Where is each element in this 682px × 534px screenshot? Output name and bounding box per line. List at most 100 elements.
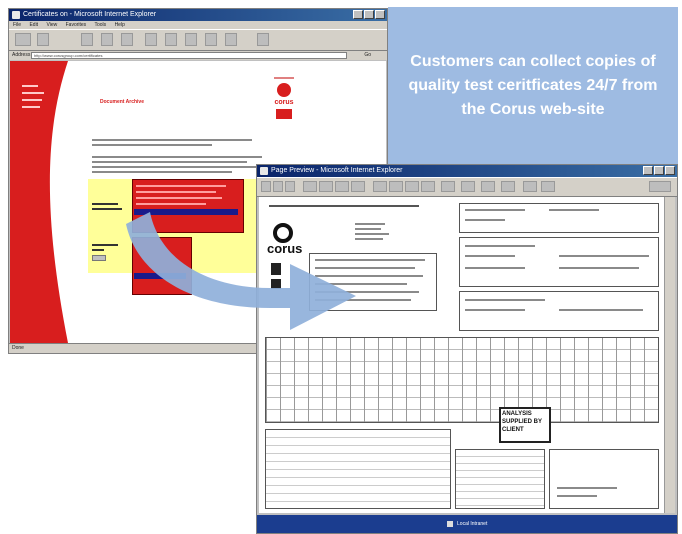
customer-detail-line <box>315 291 419 293</box>
refresh-button[interactable] <box>101 33 113 46</box>
field-text <box>465 309 525 311</box>
nav-link-contact[interactable] <box>22 106 40 108</box>
intro-text-line <box>92 139 252 141</box>
order-selected-row[interactable] <box>134 273 186 279</box>
crest-icon <box>271 263 281 275</box>
menu-tools[interactable]: Tools <box>94 22 106 28</box>
menu-favorites[interactable]: Favorites <box>66 22 87 28</box>
field-text <box>465 209 525 211</box>
prev-page-button[interactable] <box>319 181 333 192</box>
field-text <box>465 299 545 301</box>
go-button[interactable]: Go <box>364 51 371 60</box>
status-icon <box>446 520 453 527</box>
certificate-list-dropdown[interactable] <box>132 179 244 233</box>
save-button[interactable] <box>273 181 283 192</box>
rotate-button[interactable] <box>441 181 455 192</box>
forward-button[interactable] <box>37 33 49 46</box>
fit-width-button[interactable] <box>421 181 435 192</box>
dropdown-option[interactable] <box>136 197 222 199</box>
history-button[interactable] <box>185 33 197 46</box>
close-button[interactable] <box>375 10 385 19</box>
next-page-button[interactable] <box>335 181 349 192</box>
preview-statusbar: Local Intranet <box>257 515 677 533</box>
dropdown-option[interactable] <box>136 203 206 205</box>
page-heading: Document Archive <box>100 99 144 105</box>
options-button[interactable] <box>523 181 537 192</box>
corus-brand-logo: corus <box>272 77 296 123</box>
maximize-button[interactable] <box>654 166 664 175</box>
address-input[interactable]: http://www.corusgroup.com/certificates <box>31 52 347 59</box>
customer-detail-line <box>315 299 411 301</box>
copy-button[interactable] <box>481 181 495 192</box>
favorites-button[interactable] <box>165 33 177 46</box>
test-results-table <box>265 337 659 423</box>
chemical-analysis-box <box>265 429 451 509</box>
menu-help[interactable]: Help <box>115 22 125 28</box>
nav-link-products[interactable] <box>22 92 44 94</box>
signature-box <box>549 449 659 509</box>
intro-text-line <box>92 144 212 146</box>
print-button[interactable] <box>225 33 237 46</box>
status-text: Local Intranet <box>457 521 488 527</box>
certificate-number-box <box>459 203 659 233</box>
menu-view[interactable]: View <box>46 22 57 28</box>
nav-link-home[interactable] <box>22 85 38 87</box>
customer-detail-line <box>315 259 425 261</box>
body-text-line <box>92 156 262 158</box>
field-text <box>465 255 515 257</box>
stop-button[interactable] <box>81 33 93 46</box>
customer-detail-line <box>315 267 415 269</box>
minimize-button[interactable] <box>643 166 653 175</box>
issuer-address-line <box>355 233 389 235</box>
home-button[interactable] <box>121 33 133 46</box>
menu-file[interactable]: File <box>13 22 21 28</box>
issuer-address-line <box>355 238 383 240</box>
ie-icon <box>12 11 20 19</box>
preview-toolbar <box>257 177 677 197</box>
customer-detail-line <box>315 283 407 285</box>
search-label <box>92 203 118 205</box>
browser-title: Certificates on - Microsoft Internet Exp… <box>23 11 157 18</box>
search-label <box>92 249 104 251</box>
menu-edit[interactable]: Edit <box>29 22 38 28</box>
mechanical-properties-box <box>455 449 545 509</box>
close-button[interactable] <box>665 166 675 175</box>
find-button[interactable] <box>461 181 475 192</box>
dropdown-option[interactable] <box>136 185 226 187</box>
search-label <box>92 244 118 246</box>
address-bar: Address http://www.corusgroup.com/certif… <box>9 51 387 60</box>
field-text <box>559 255 649 257</box>
customer-details-box <box>309 253 437 311</box>
dropdown-selected-row[interactable] <box>134 209 238 215</box>
red-swoosh-graphic <box>10 61 68 343</box>
minimize-button[interactable] <box>353 10 363 19</box>
submit-button[interactable] <box>92 255 106 261</box>
zoom-button[interactable] <box>285 181 295 192</box>
close-preview-button[interactable] <box>541 181 555 192</box>
back-button[interactable] <box>15 33 31 46</box>
help-button[interactable] <box>501 181 515 192</box>
search-button[interactable] <box>145 33 157 46</box>
corus-doc-logo-icon <box>273 223 293 243</box>
field-text <box>559 309 643 311</box>
maximize-button[interactable] <box>364 10 374 19</box>
body-text-line <box>92 166 257 168</box>
corus-logo-icon <box>277 83 291 97</box>
page-info-button[interactable] <box>649 181 671 192</box>
mail-button[interactable] <box>205 33 217 46</box>
edit-button[interactable] <box>257 33 269 46</box>
zoom-out-button[interactable] <box>389 181 403 192</box>
field-text <box>465 267 525 269</box>
zoom-in-button[interactable] <box>373 181 387 192</box>
vertical-scrollbar[interactable] <box>664 197 675 513</box>
first-page-button[interactable] <box>303 181 317 192</box>
nav-link-services[interactable] <box>22 99 42 101</box>
preview-window: Page Preview - Microsoft Internet Explor… <box>256 164 678 534</box>
last-page-button[interactable] <box>351 181 365 192</box>
address-label: Address <box>12 52 31 58</box>
order-list-dropdown[interactable] <box>132 237 192 295</box>
dropdown-option[interactable] <box>136 191 216 193</box>
print-button[interactable] <box>261 181 271 192</box>
corus-logo-text: corus <box>274 99 294 106</box>
fit-page-button[interactable] <box>405 181 419 192</box>
